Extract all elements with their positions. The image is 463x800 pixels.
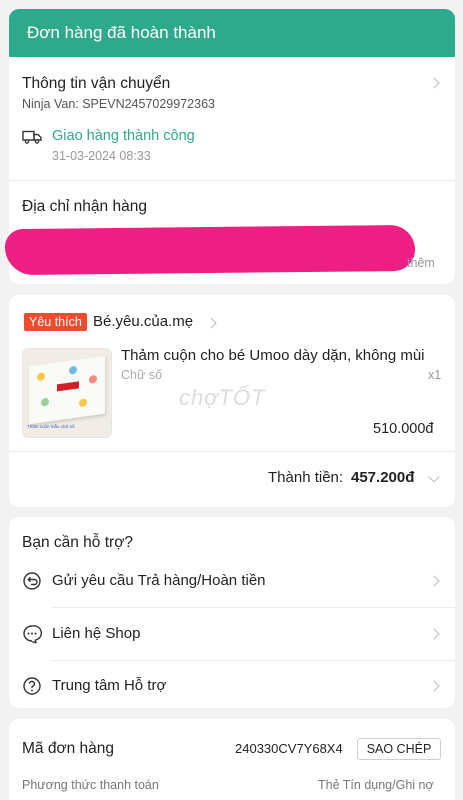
divider: [9, 180, 455, 181]
product-quantity: x1: [428, 368, 442, 382]
address-title: Địa chỉ nhận hàng: [22, 198, 147, 215]
chevron-right-icon[interactable]: [205, 317, 217, 329]
order-id-label: Mã đơn hàng: [22, 740, 115, 757]
watermark: chợTỐT: [179, 385, 266, 410]
address-more-link[interactable]: thêm: [407, 256, 435, 270]
product-card: Yêu thích Bé.yêu.của.mẹ Thảm cuộn mẫu ch…: [9, 295, 455, 507]
divider: [52, 660, 455, 661]
chevron-right-icon: [428, 680, 440, 692]
support-card: Bạn cần hỗ trợ? Gửi yêu cầu Trả hàng/Hoà…: [9, 517, 455, 708]
shipping-card: Thông tin vận chuyển Ninja Van: SPEVN245…: [4, 57, 455, 284]
truck-icon: [22, 130, 42, 144]
help-center-label: Trung tâm Hỗ trợ: [52, 677, 167, 694]
product-name[interactable]: Thảm cuộn cho bé Umoo dày dặn, không mùi: [121, 347, 441, 364]
favorite-badge: Yêu thích: [24, 313, 87, 331]
help-icon: [23, 677, 41, 695]
return-refund-label: Gửi yêu cầu Trả hàng/Hoàn tiền: [52, 572, 266, 589]
total-value: 457.200đ: [351, 469, 415, 486]
page-title: Đơn hàng đã hoàn thành: [27, 23, 216, 42]
return-icon: [23, 572, 41, 590]
chat-icon: [23, 625, 42, 644]
shop-name[interactable]: Bé.yêu.của.mẹ: [93, 313, 193, 330]
product-thumbnail[interactable]: Thảm cuộn mẫu chữ số: [22, 348, 112, 438]
chevron-right-icon: [428, 575, 440, 587]
chevron-down-icon[interactable]: [428, 471, 440, 483]
divider: [9, 451, 455, 452]
product-price: 510.000đ: [373, 421, 434, 437]
support-title: Bạn cần hỗ trợ?: [22, 534, 133, 551]
order-id-value: 240330CV7Y68X4: [235, 741, 343, 756]
payment-method-label: Phương thức thanh toán: [22, 778, 159, 792]
delivery-time: 31-03-2024 08:33: [52, 149, 151, 163]
copy-button[interactable]: SAO CHÉP: [357, 738, 441, 760]
chevron-right-icon: [428, 77, 440, 89]
thumbnail-caption: Thảm cuộn mẫu chữ số: [27, 424, 75, 429]
payment-method-value: Thẻ Tín dụng/Ghi nợ: [318, 778, 434, 792]
chevron-right-icon: [428, 628, 440, 640]
divider: [52, 607, 455, 608]
header-bar: Đơn hàng đã hoàn thành: [9, 9, 455, 57]
address-redaction: [4, 224, 416, 276]
mat-illustration: [29, 355, 105, 425]
delivery-status: Giao hàng thành công: [52, 128, 195, 144]
contact-shop-label: Liên hệ Shop: [52, 625, 141, 642]
total-label: Thành tiền:: [268, 469, 344, 486]
order-info-card: Mã đơn hàng 240330CV7Y68X4 SAO CHÉP Phươ…: [9, 719, 455, 800]
product-variant: Chữ số: [121, 368, 163, 382]
shipping-title: Thông tin vận chuyển: [22, 75, 171, 92]
shipping-carrier: Ninja Van: SPEVN2457029972363: [22, 97, 215, 111]
